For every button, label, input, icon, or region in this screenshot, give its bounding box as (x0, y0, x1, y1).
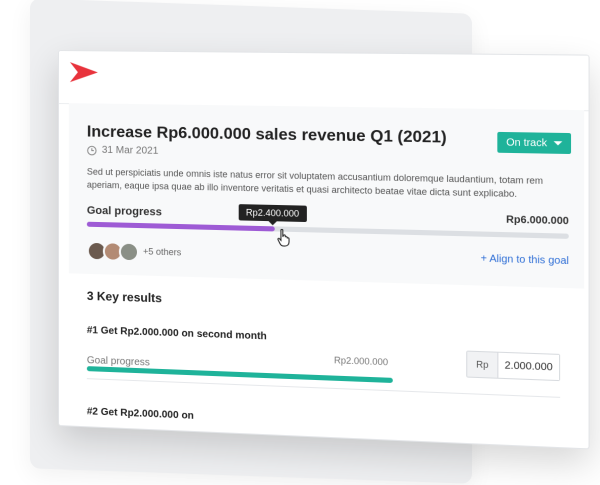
goal-title: Increase Rp6.000.000 sales revenue Q1 (2… (86, 123, 447, 147)
goal-window: Increase Rp6.000.000 sales revenue Q1 (2… (58, 50, 590, 450)
key-result-1-target: Rp2.000.000 (333, 355, 389, 368)
avatar-group[interactable] (86, 240, 140, 263)
goal-date-row: 31 Mar 2021 (86, 144, 159, 157)
goal-panel: Increase Rp6.000.000 sales revenue Q1 (2… (68, 103, 585, 289)
key-result-2-title: #2 Get Rp2.000.000 on (86, 406, 194, 422)
divider (86, 378, 561, 398)
key-result-1-value-input[interactable]: Rp 2.000.000 (466, 350, 561, 382)
goal-date: 31 Mar 2021 (101, 144, 159, 157)
goal-description: Sed ut perspiciatis unde omnis iste natu… (86, 166, 543, 199)
plus-icon: + (480, 253, 487, 265)
key-results-heading: 3 Key results (86, 288, 162, 306)
status-dropdown[interactable]: On track (497, 131, 572, 155)
avatar (118, 241, 140, 263)
goal-progress-label: Goal progress (86, 204, 162, 219)
goal-target-value: Rp6.000.000 (506, 214, 569, 228)
goal-progress-bar (86, 221, 569, 239)
status-label: On track (506, 136, 548, 149)
pointer-cursor-icon (276, 228, 293, 247)
top-bar (58, 51, 589, 112)
clock-icon (86, 145, 97, 155)
value-field[interactable]: 2.000.000 (498, 352, 560, 381)
logo-icon[interactable] (69, 61, 99, 83)
goal-progress-fill (86, 221, 275, 232)
key-result-1-title: #1 Get Rp2.000.000 on second month (86, 324, 267, 343)
chevron-down-icon (553, 141, 563, 146)
align-goal-link[interactable]: + Align to this goal (481, 253, 569, 267)
progress-tooltip: Rp2.400.000 (238, 204, 307, 223)
align-goal-label: Align to this goal (489, 253, 569, 268)
others-count[interactable]: +5 others (143, 246, 181, 257)
currency-prefix: Rp (467, 351, 499, 378)
